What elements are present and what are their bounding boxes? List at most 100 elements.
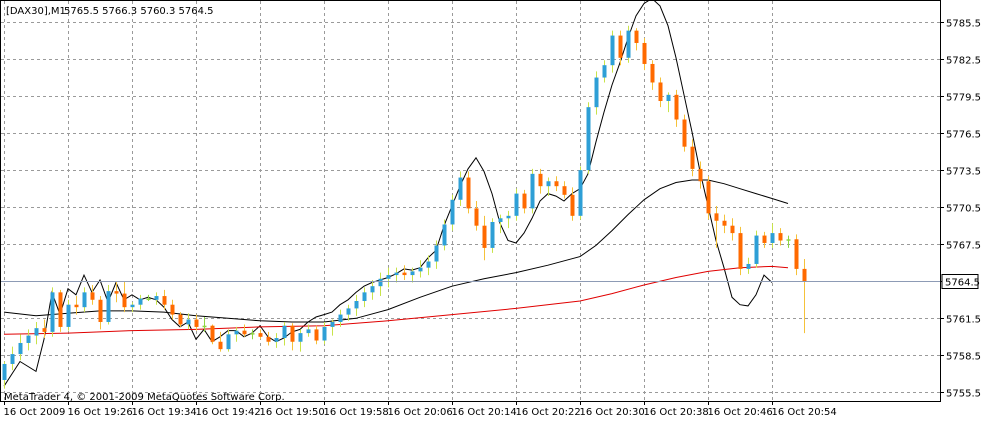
candle-body — [394, 272, 399, 276]
price-tick-label: 5767.5 — [946, 241, 981, 252]
copyright-label: MetaTrader 4, © 2001-2009 MetaQuotes Sof… — [4, 392, 285, 403]
time-tick-label: 16 Oct 19:34 — [132, 407, 197, 418]
candle-body — [506, 215, 511, 219]
price-chart[interactable]: 5785.5 5782.5 5779.5 5776.5 5773.5 5770.5 5767… — [0, 0, 983, 423]
candle-body — [706, 181, 711, 214]
candle-body — [730, 225, 735, 234]
candle-body — [570, 194, 575, 216]
candle-body — [442, 224, 447, 246]
candle-body — [98, 299, 103, 322]
candle-body — [690, 146, 695, 169]
price-tick-label: 5770.5 — [946, 204, 981, 215]
candle-body — [610, 35, 615, 66]
candle-body — [554, 181, 559, 187]
candle-body — [258, 333, 263, 337]
candle-body — [322, 326, 327, 341]
candle-body — [218, 341, 223, 350]
candle-body — [26, 335, 31, 343]
candle-body — [178, 314, 183, 325]
candle-body — [786, 239, 791, 241]
price-tick-label: 5761.5 — [946, 315, 981, 326]
candle-body — [466, 177, 471, 209]
candle-body — [298, 333, 303, 342]
candle-body — [674, 94, 679, 120]
candle-body — [234, 330, 239, 335]
candle-body — [42, 328, 47, 332]
price-tick-label: 5776.5 — [946, 130, 981, 141]
candle-body — [802, 268, 807, 282]
candle-body — [770, 233, 775, 243]
candle-body — [154, 296, 159, 300]
candle-body — [282, 325, 287, 339]
candle-body — [530, 173, 535, 209]
candle-body — [602, 65, 607, 78]
candle-body — [314, 329, 319, 341]
candle-body — [130, 304, 135, 308]
candle-body — [634, 30, 639, 43]
time-tick-label: 16 Oct 20:30 — [580, 407, 645, 418]
candle-body — [578, 170, 583, 216]
time-tick-label: 16 Oct 19:58 — [324, 407, 389, 418]
candle-body — [2, 363, 7, 381]
price-tick-label: 5785.5 — [946, 19, 981, 30]
candle-body — [794, 239, 799, 269]
candle-body — [10, 354, 15, 364]
time-tick-label: 16 Oct 20:22 — [516, 407, 581, 418]
candle-body — [186, 319, 191, 325]
candle-body — [754, 235, 759, 264]
candle-body — [242, 330, 247, 335]
candle-body — [202, 325, 207, 328]
chart-background — [0, 0, 983, 423]
candle-body — [162, 296, 167, 305]
candle-body — [146, 298, 151, 301]
candle-body — [426, 261, 431, 268]
candle-body — [66, 304, 71, 327]
time-tick-label: 16 Oct 2009 — [4, 407, 66, 418]
candle-body — [362, 292, 367, 301]
candle-body — [434, 245, 439, 262]
candle-body — [122, 293, 127, 308]
current-price-tag: 5764.5 — [941, 274, 980, 289]
time-tick-label: 16 Oct 20:54 — [772, 407, 837, 418]
candle-body — [722, 220, 727, 226]
candle-body — [698, 168, 703, 182]
time-tick-label: 16 Oct 20:06 — [388, 407, 453, 418]
candle-body — [562, 186, 567, 195]
candle-body — [330, 321, 335, 327]
candle-body — [666, 94, 671, 101]
candle-body — [538, 173, 543, 187]
candle-body — [402, 272, 407, 276]
candle-body — [746, 263, 751, 269]
candle-body — [410, 271, 415, 276]
candle-body — [226, 334, 231, 350]
candle-body — [90, 292, 95, 300]
candle-body — [306, 329, 311, 334]
candle-body — [762, 235, 767, 243]
candle-body — [618, 35, 623, 58]
candle-body — [586, 107, 591, 171]
candle-body — [626, 30, 631, 58]
time-tick-label: 16 Oct 19:42 — [196, 407, 261, 418]
price-tick-label: 5782.5 — [946, 56, 981, 67]
ohlc-label: 5765.5 5766.3 5760.3 5764.5 — [64, 6, 214, 17]
symbol-label: [DAX30],M1 — [6, 6, 66, 17]
candle-body — [418, 267, 423, 272]
chart-canvas[interactable]: 5785.5 5782.5 5779.5 5776.5 5773.5 5770.5 5767… — [0, 0, 983, 423]
price-tick-label: 5773.5 — [946, 167, 981, 178]
price-tick-label: 5755.5 — [946, 389, 981, 400]
candle-body — [378, 278, 383, 287]
candle-body — [658, 82, 663, 101]
time-tick-label: 16 Oct 20:46 — [708, 407, 773, 418]
time-tick-label: 16 Oct 20:14 — [452, 407, 517, 418]
candle-body — [682, 119, 687, 147]
candle-body — [194, 319, 199, 327]
candle-body — [50, 292, 55, 332]
candle-body — [58, 292, 63, 327]
candle-body — [74, 304, 79, 308]
candle-body — [114, 291, 119, 294]
candle-body — [266, 336, 271, 342]
candle-body — [450, 199, 455, 225]
candle-body — [714, 213, 719, 221]
candle-body — [274, 338, 279, 342]
candle-body — [370, 286, 375, 293]
